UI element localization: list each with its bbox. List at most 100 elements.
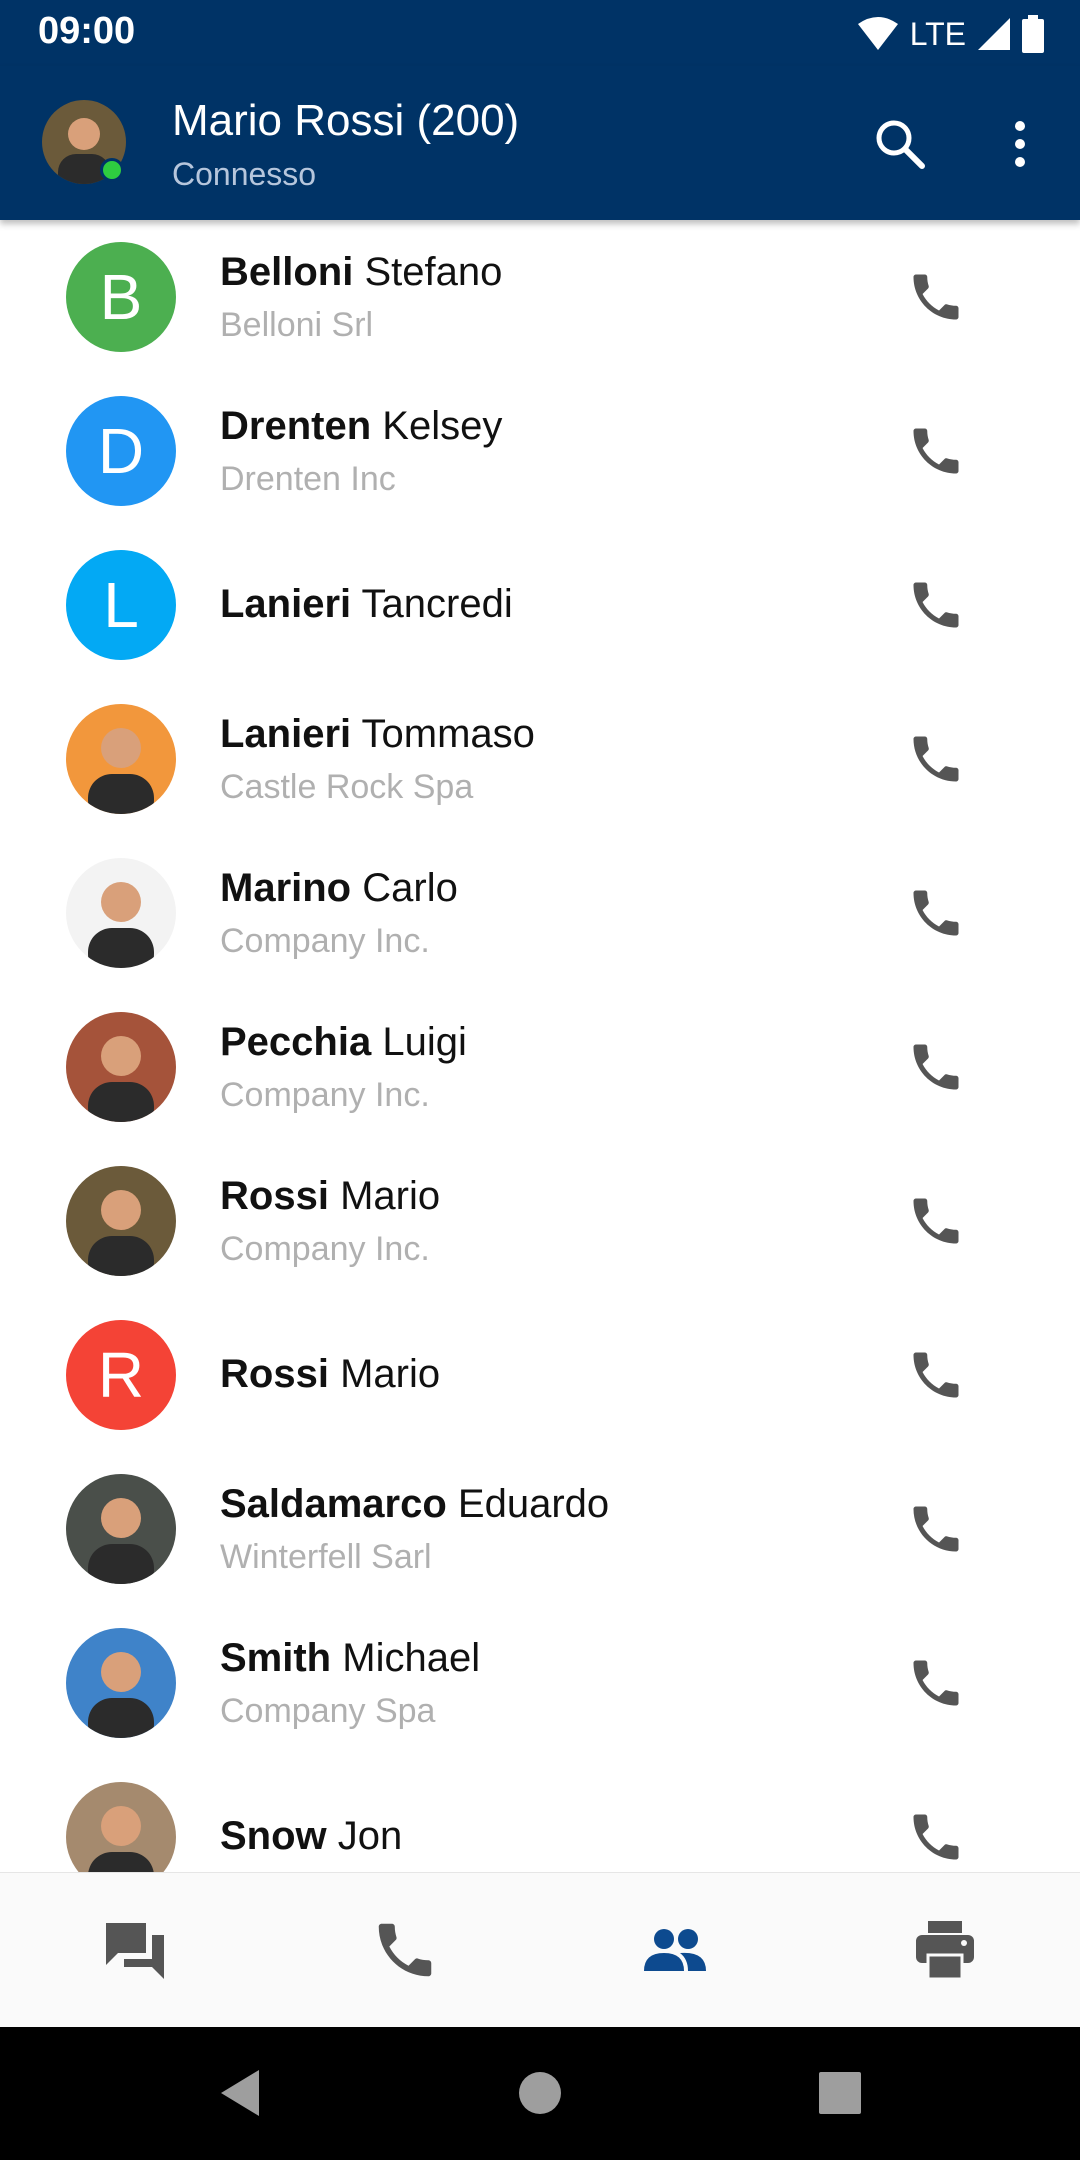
contact-avatar-letter: B xyxy=(66,242,176,352)
contact-company: Company Inc. xyxy=(220,1230,430,1268)
contact-first-name: Tancredi xyxy=(361,582,513,626)
contact-last-name: Marino xyxy=(220,866,352,910)
call-icon[interactable] xyxy=(906,421,966,481)
contact-last-name: Smith xyxy=(220,1636,332,1680)
contact-name: Lanieri Tommaso xyxy=(220,712,535,757)
call-icon[interactable] xyxy=(906,729,966,789)
contact-first-name: Kelsey xyxy=(382,404,503,448)
contact-first-name: Jon xyxy=(337,1814,403,1858)
call-icon[interactable] xyxy=(906,1807,966,1867)
contact-last-name: Drenten xyxy=(220,404,372,448)
call-icon[interactable] xyxy=(906,883,966,943)
contact-company: Company Inc. xyxy=(220,1076,430,1114)
contact-avatar-photo xyxy=(66,1012,176,1122)
app-bar: Mario Rossi (200) Connesso xyxy=(0,66,1080,220)
contact-name: Pecchia Luigi xyxy=(220,1020,467,1065)
contact-company: Winterfell Sarl xyxy=(220,1538,432,1576)
system-navigation-bar xyxy=(0,2026,1080,2160)
contact-avatar-letter: L xyxy=(66,550,176,660)
contact-last-name: Snow xyxy=(220,1814,327,1858)
contact-first-name: Tommaso xyxy=(361,712,535,756)
contact-first-name: Stefano xyxy=(364,250,503,294)
fax-icon[interactable] xyxy=(910,1915,980,1985)
connection-status: Connesso xyxy=(172,156,317,192)
contact-row[interactable]: Snow Jon xyxy=(0,1760,1080,1872)
contact-last-name: Lanieri xyxy=(220,712,352,756)
status-icons: LTE xyxy=(856,12,1044,56)
contact-first-name: Michael xyxy=(342,1636,481,1680)
contact-name: Rossi Mario xyxy=(220,1352,440,1397)
recents-icon[interactable] xyxy=(811,2064,869,2122)
online-status-dot xyxy=(100,158,124,182)
avatar-letter: R xyxy=(97,1339,145,1411)
more-vert-icon[interactable] xyxy=(1000,116,1040,172)
contact-first-name: Mario xyxy=(340,1352,441,1396)
contact-name: Marino Carlo xyxy=(220,866,458,911)
call-icon[interactable] xyxy=(906,1653,966,1713)
contact-row[interactable]: Marino Carlo Company Inc. xyxy=(0,836,1080,990)
bottom-navigation xyxy=(0,1872,1080,2027)
contact-row[interactable]: Lanieri Tommaso Castle Rock Spa xyxy=(0,682,1080,836)
contact-first-name: Mario xyxy=(340,1174,441,1218)
contact-name: Rossi Mario xyxy=(220,1174,440,1219)
status-time: 09:00 xyxy=(38,10,136,52)
contact-name: Lanieri Tancredi xyxy=(220,582,513,627)
avatar-letter: B xyxy=(99,261,143,333)
status-bar: 09:00 LTE xyxy=(0,0,1080,66)
contact-avatar-photo xyxy=(66,1628,176,1738)
contact-company: Castle Rock Spa xyxy=(220,768,474,806)
contact-last-name: Saldamarco xyxy=(220,1482,447,1526)
contact-first-name: Carlo xyxy=(362,866,458,910)
contact-row[interactable]: Rossi Mario Company Inc. xyxy=(0,1144,1080,1298)
contact-row[interactable]: Saldamarco Eduardo Winterfell Sarl xyxy=(0,1452,1080,1606)
contact-avatar-photo xyxy=(66,704,176,814)
call-icon[interactable] xyxy=(906,1191,966,1251)
contact-company: Company Spa xyxy=(220,1692,436,1730)
contact-avatar-photo xyxy=(66,1166,176,1276)
contact-company: Drenten Inc xyxy=(220,460,396,498)
avatar-letter: L xyxy=(103,569,139,641)
search-icon[interactable] xyxy=(872,116,928,172)
contact-name: Belloni Stefano xyxy=(220,250,502,295)
call-icon[interactable] xyxy=(906,267,966,327)
contact-name: Snow Jon xyxy=(220,1814,402,1859)
contact-company: Company Inc. xyxy=(220,922,430,960)
avatar-letter: D xyxy=(97,415,145,487)
contact-last-name: Lanieri xyxy=(220,582,352,626)
contact-avatar-photo xyxy=(66,858,176,968)
contact-avatar-photo xyxy=(66,1474,176,1584)
call-icon[interactable] xyxy=(906,1345,966,1405)
network-type: LTE xyxy=(909,15,966,52)
contact-name: Saldamarco Eduardo xyxy=(220,1482,609,1527)
contact-list: B Belloni Stefano Belloni Srl D Drenten Kels… xyxy=(0,220,1080,1872)
call-icon[interactable] xyxy=(906,575,966,635)
account-title: Mario Rossi (200) xyxy=(172,96,520,145)
contact-avatar-photo xyxy=(66,1782,176,1872)
phone-icon[interactable] xyxy=(370,1915,440,1985)
contact-avatar-letter: D xyxy=(66,396,176,506)
contact-last-name: Rossi xyxy=(220,1352,329,1396)
contact-row[interactable]: R Rossi Mario xyxy=(0,1298,1080,1452)
call-icon[interactable] xyxy=(906,1499,966,1559)
contact-row[interactable]: L Lanieri Tancredi xyxy=(0,528,1080,682)
contact-row[interactable]: D Drenten Kelsey Drenten Inc xyxy=(0,374,1080,528)
contact-row[interactable]: B Belloni Stefano Belloni Srl xyxy=(0,220,1080,374)
back-icon[interactable] xyxy=(211,2064,269,2122)
contact-last-name: Rossi xyxy=(220,1174,329,1218)
contact-name: Drenten Kelsey xyxy=(220,404,502,449)
contact-name: Smith Michael xyxy=(220,1636,480,1681)
contact-first-name: Eduardo xyxy=(457,1482,610,1526)
battery-icon xyxy=(1022,15,1044,53)
contact-company: Belloni Srl xyxy=(220,306,374,344)
contact-row[interactable]: Pecchia Luigi Company Inc. xyxy=(0,990,1080,1144)
home-icon[interactable] xyxy=(511,2064,569,2122)
contact-row[interactable]: Smith Michael Company Spa xyxy=(0,1606,1080,1760)
call-icon[interactable] xyxy=(906,1037,966,1097)
chat-icon[interactable] xyxy=(100,1915,170,1985)
wifi-icon xyxy=(857,17,898,50)
contact-last-name: Belloni xyxy=(220,250,354,294)
contact-avatar-letter: R xyxy=(66,1320,176,1430)
contacts-icon[interactable] xyxy=(640,1915,710,1985)
contact-first-name: Luigi xyxy=(382,1020,467,1064)
contact-last-name: Pecchia xyxy=(220,1020,372,1064)
